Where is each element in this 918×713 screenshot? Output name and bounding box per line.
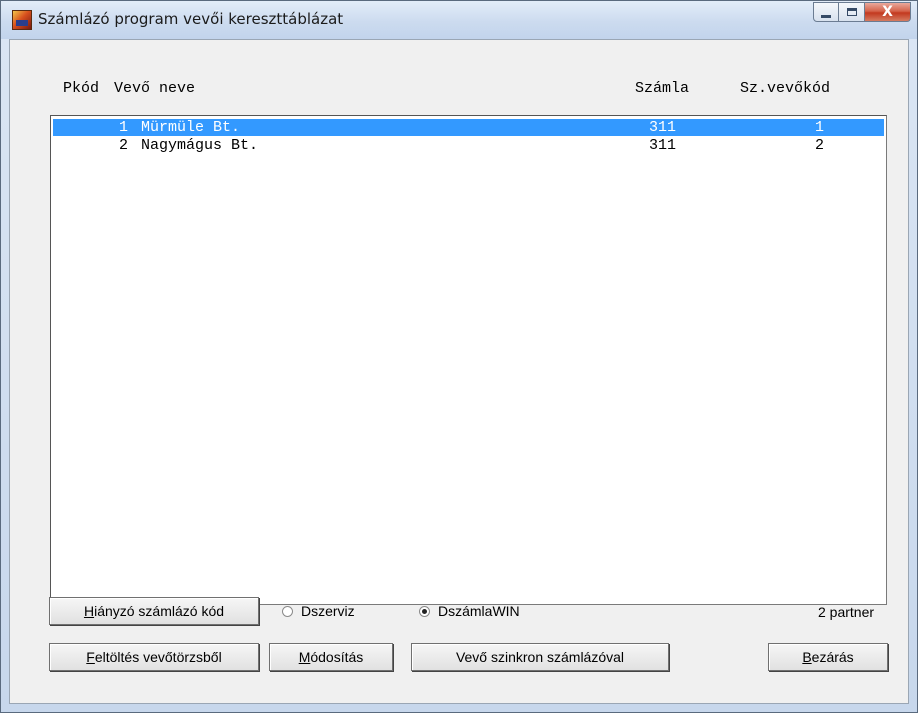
hotkey-letter: M <box>298 649 311 665</box>
hotkey-letter: F <box>86 649 95 665</box>
dialog-client-area: Pkód Vevő neve Számla Sz.vevőkód 1 Mürmü… <box>9 39 909 704</box>
minimize-icon <box>821 14 831 18</box>
customer-listbox[interactable]: 1 Mürmüle Bt. 311 1 2 Nagymágus Bt. 311 … <box>50 115 887 605</box>
app-window: Számlázó program vevői kereszttáblázat X… <box>0 0 918 713</box>
row-invoice: 311 <box>649 137 677 154</box>
button-label: ódosítás <box>310 649 364 665</box>
row-name: Nagymágus Bt. <box>141 137 259 154</box>
hotkey-letter: H <box>83 603 95 619</box>
row-customer-code: 2 <box>815 137 825 154</box>
list-row[interactable]: 1 Mürmüle Bt. 311 1 <box>53 119 884 136</box>
radio-label: Dszerviz <box>301 603 355 619</box>
fill-from-customer-master-button[interactable]: Feltöltés vevőtörzsből <box>49 643 259 671</box>
row-invoice: 311 <box>649 119 677 136</box>
row-code: 1 <box>118 119 128 136</box>
row-name: Mürmüle Bt. <box>141 119 241 136</box>
missing-invoice-code-button[interactable]: Hiányzó számlázó kód <box>49 597 259 625</box>
column-header-invoice: Számla <box>635 80 690 97</box>
button-label: ezárás <box>811 649 854 665</box>
button-label: eltöltés vevőtörzsből <box>94 649 222 665</box>
partner-count: 2 partner <box>818 604 875 620</box>
sync-customer-button[interactable]: Vevő szinkron számlázóval <box>411 643 669 671</box>
title-bar[interactable]: Számlázó program vevői kereszttáblázat X <box>1 1 917 39</box>
list-row[interactable]: 2 Nagymágus Bt. 311 2 <box>53 137 884 154</box>
row-code: 2 <box>118 137 128 154</box>
radio-unchecked-icon <box>282 605 293 617</box>
radio-checked-icon <box>419 605 430 617</box>
close-icon: X <box>882 4 893 20</box>
radio-label: DszámlaWIN <box>438 603 520 619</box>
maximize-button[interactable] <box>839 2 865 22</box>
column-header-code: Pkód <box>63 80 100 97</box>
maximize-icon <box>846 8 857 16</box>
row-customer-code: 1 <box>815 119 825 136</box>
minimize-button[interactable] <box>813 2 839 22</box>
app-icon[interactable] <box>12 10 32 30</box>
caption-buttons: X <box>813 2 911 24</box>
button-label: iányzó számlázó kód <box>94 603 225 619</box>
button-label: Vevő szinkron számlázóval <box>455 649 625 665</box>
radio-dszerviz[interactable]: Dszerviz <box>282 603 355 619</box>
hotkey-letter: B <box>802 649 812 665</box>
close-button[interactable]: Bezárás <box>768 643 888 671</box>
modify-button[interactable]: Módosítás <box>269 643 393 671</box>
close-window-button[interactable]: X <box>865 2 911 22</box>
column-header-name: Vevő neve <box>114 80 196 97</box>
radio-dszamlawin[interactable]: DszámlaWIN <box>419 603 520 619</box>
column-header-customer-code: Sz.vevőkód <box>740 80 831 97</box>
window-title: Számlázó program vevői kereszttáblázat <box>38 10 344 28</box>
